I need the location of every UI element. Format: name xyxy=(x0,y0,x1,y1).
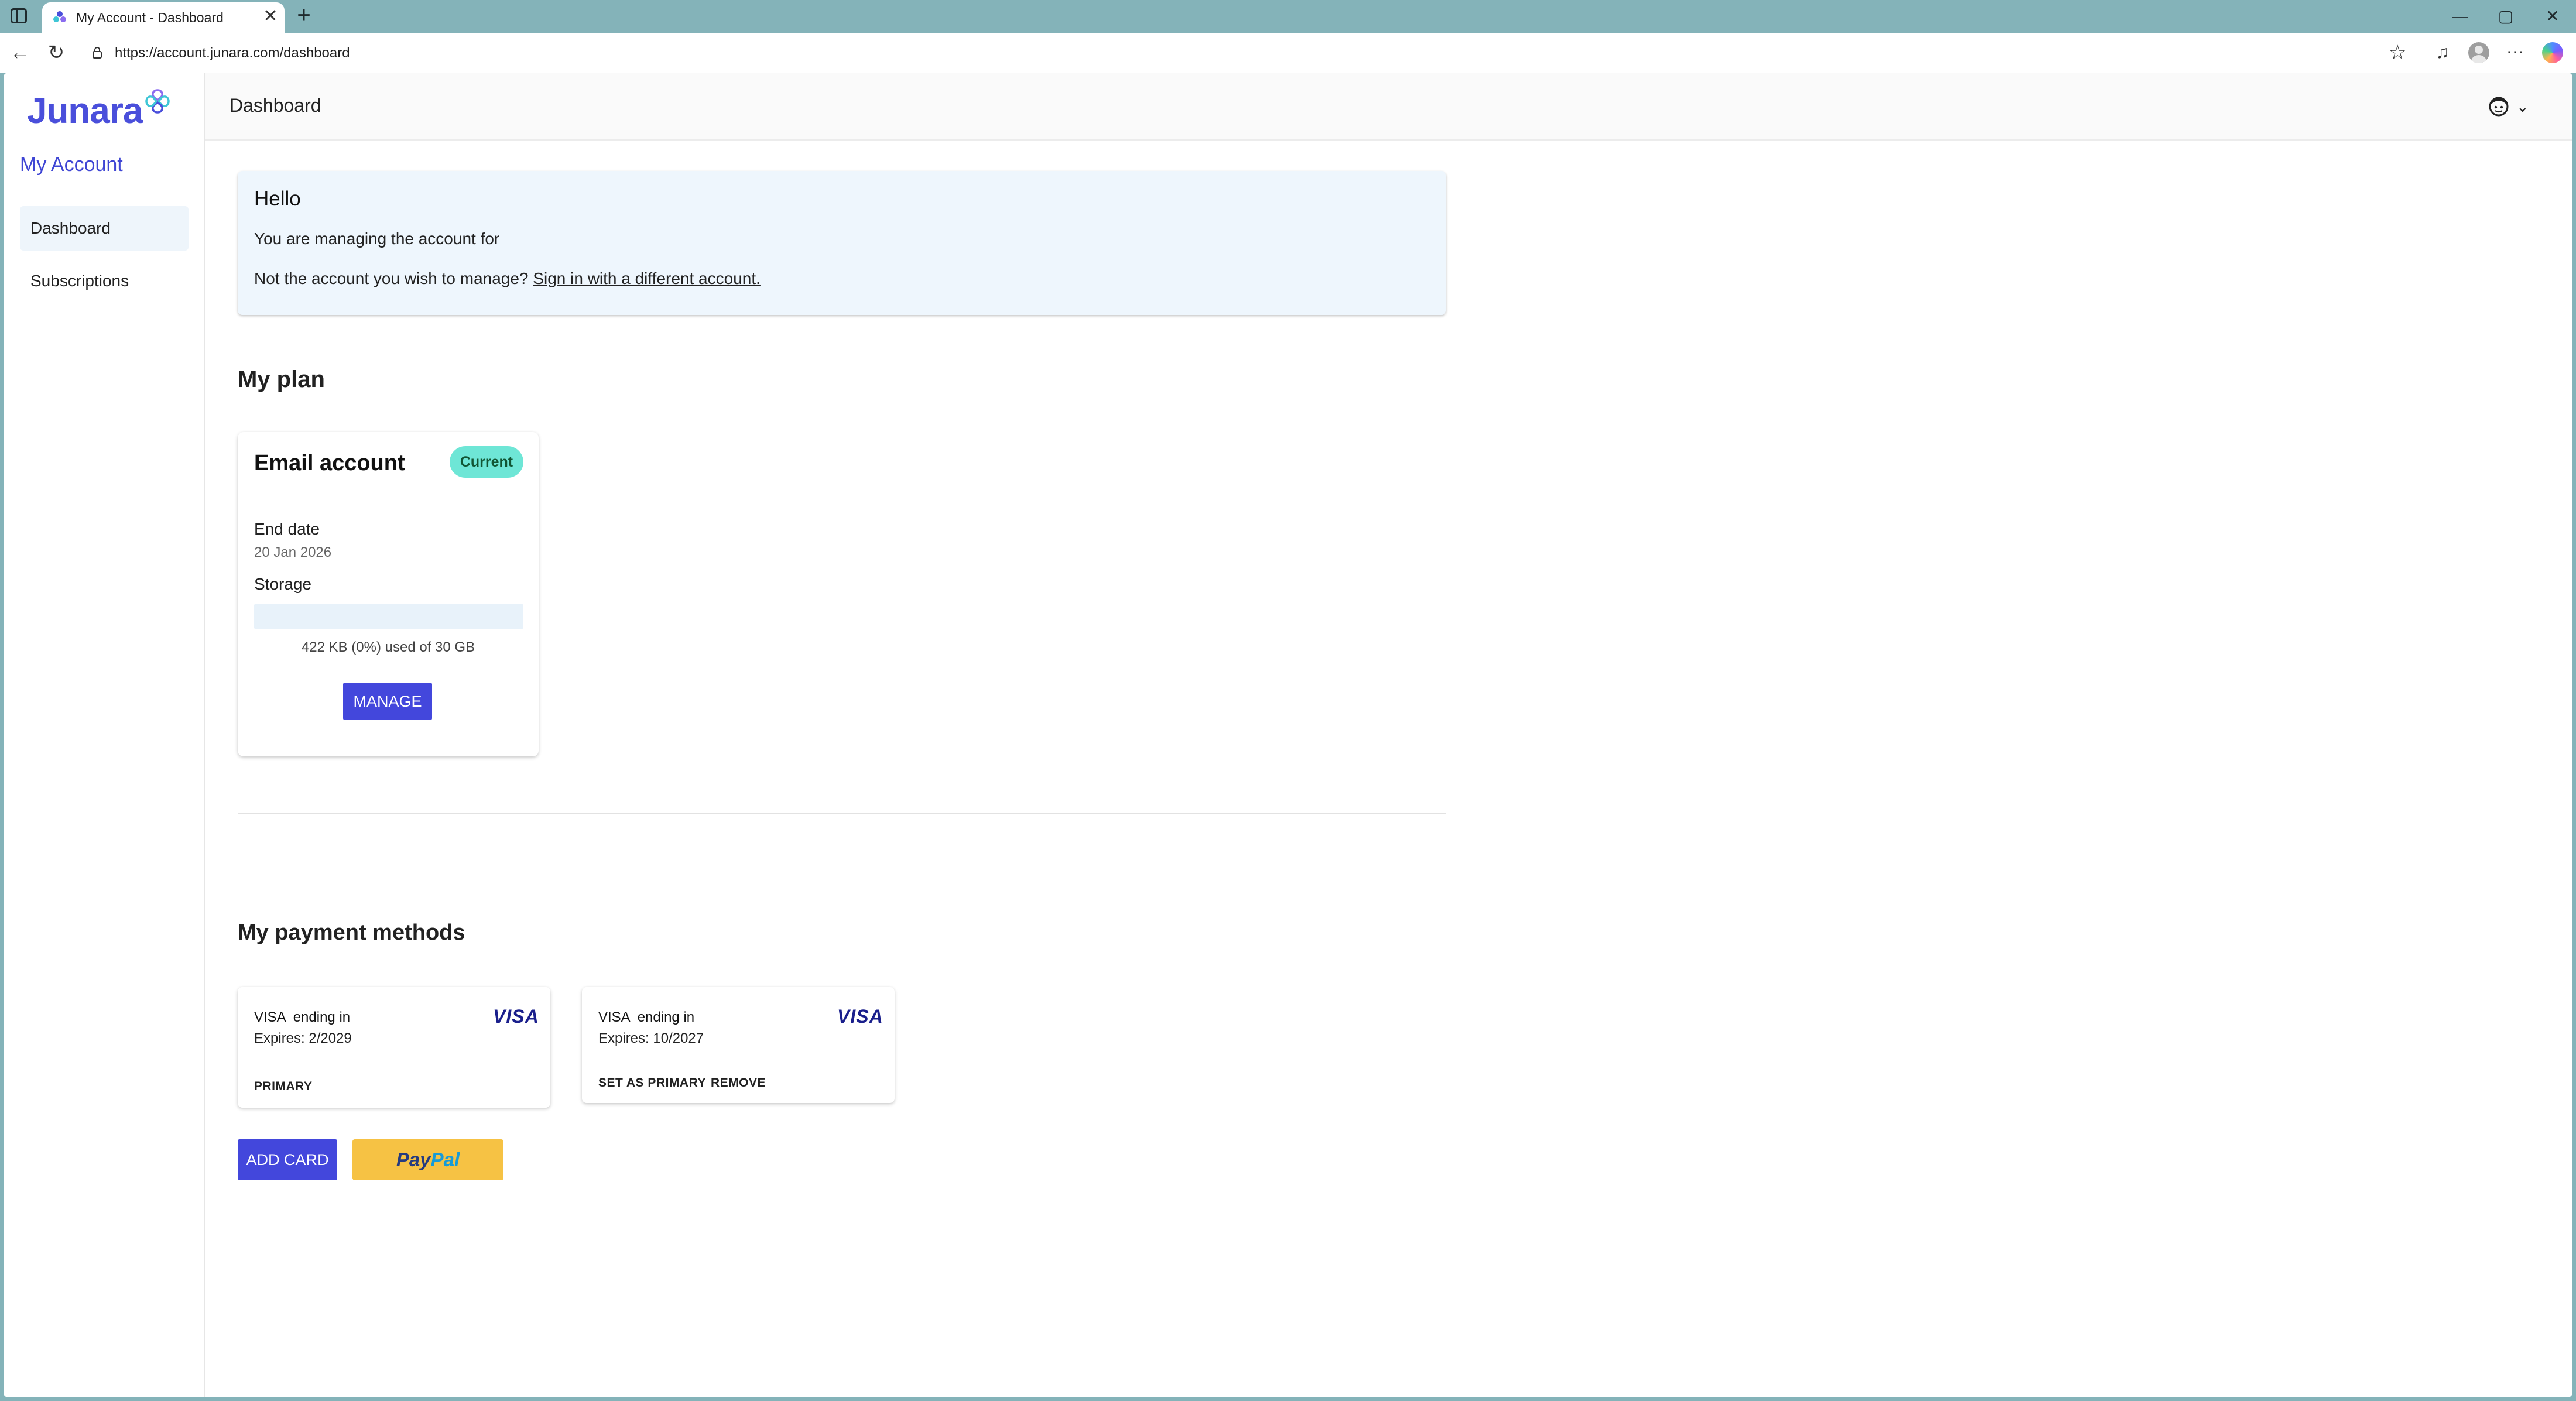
paypal-button[interactable]: PayPal xyxy=(352,1139,503,1180)
url-text[interactable]: https://account.junara.com/dashboard xyxy=(115,45,350,61)
extension-icon[interactable]: ♫ xyxy=(2431,41,2454,64)
page-viewport: Junara My Account Dashboard Subscription… xyxy=(4,73,2572,1397)
logo-mark-icon xyxy=(145,89,170,114)
remove-card-button[interactable]: REMOVE xyxy=(711,1076,766,1090)
browser-tab[interactable]: My Account - Dashboard ✕ xyxy=(42,2,285,33)
sidebar-heading: My Account xyxy=(20,153,123,176)
user-avatar-icon xyxy=(2489,97,2509,117)
storage-progress-bar xyxy=(254,604,523,629)
set-as-primary-button[interactable]: SET AS PRIMARY xyxy=(598,1076,706,1090)
payment-card: VISA ending in Expires: 2/2029 VISA PRIM… xyxy=(238,987,550,1108)
payment-methods-heading: My payment methods xyxy=(238,920,465,945)
card-brand-text: VISA ending in xyxy=(598,1009,695,1025)
switch-account-line: Not the account you wish to manage? Sign… xyxy=(254,269,761,288)
tab-title: My Account - Dashboard xyxy=(76,10,224,25)
page-title: Dashboard xyxy=(229,95,321,116)
profile-icon[interactable] xyxy=(2468,42,2489,63)
section-divider xyxy=(238,813,1446,814)
more-icon[interactable]: ⋯ xyxy=(2503,41,2527,64)
status-badge: Current xyxy=(450,446,523,478)
browser-tab-bar: My Account - Dashboard ✕ + — ▢ ✕ xyxy=(0,0,2576,33)
close-window-button[interactable]: ✕ xyxy=(2535,2,2570,30)
plan-name: Email account xyxy=(254,451,405,475)
copilot-icon[interactable] xyxy=(2542,42,2563,63)
tab-close-icon[interactable]: ✕ xyxy=(260,6,281,27)
visa-logo-icon: VISA xyxy=(837,1006,883,1027)
lock-icon xyxy=(93,47,102,59)
my-plan-heading: My plan xyxy=(238,366,325,392)
star-icon[interactable]: ☆ xyxy=(2389,42,2406,63)
add-card-button[interactable]: ADD CARD xyxy=(238,1139,337,1180)
browser-toolbar: ← ↻ https://account.junara.com/dashboard… xyxy=(0,33,2576,73)
switch-account-link[interactable]: Sign in with a different account. xyxy=(533,269,761,287)
minimize-button[interactable]: — xyxy=(2443,2,2478,30)
not-account-text: Not the account you wish to manage? xyxy=(254,269,529,287)
visa-logo-icon: VISA xyxy=(493,1006,539,1027)
card-expiry-text: Expires: 2/2029 xyxy=(254,1030,352,1046)
back-icon[interactable]: ← xyxy=(7,40,33,66)
restore-button[interactable]: ▢ xyxy=(2488,2,2523,30)
storage-usage-text: 422 KB (0%) used of 30 GB xyxy=(301,639,475,655)
sidebar-toggle-icon[interactable] xyxy=(11,8,27,23)
sidebar: Junara My Account Dashboard Subscription… xyxy=(4,73,205,1397)
sidebar-item-dashboard[interactable]: Dashboard xyxy=(20,206,189,251)
main-content: Hello You are managing the account for N… xyxy=(205,141,2572,1397)
paypal-logo-part1: Pay xyxy=(396,1149,431,1170)
sidebar-item-subscriptions[interactable]: Subscriptions xyxy=(20,259,189,303)
address-bar[interactable]: https://account.junara.com/dashboard ☆ xyxy=(81,39,2411,67)
end-date-value: 20 Jan 2026 xyxy=(254,544,332,560)
manage-button[interactable]: MANAGE xyxy=(343,683,432,720)
storage-label: Storage xyxy=(254,575,312,593)
card-expiry-text: Expires: 10/2027 xyxy=(598,1030,704,1046)
plan-card: Email account Current End date 20 Jan 20… xyxy=(238,432,539,756)
new-tab-button[interactable]: + xyxy=(292,4,316,28)
page-header: Dashboard ⌄ xyxy=(205,73,2572,141)
managing-account-text: You are managing the account for xyxy=(254,229,500,248)
payment-card: VISA ending in Expires: 10/2027 VISA SET… xyxy=(582,987,895,1103)
hello-card: Hello You are managing the account for N… xyxy=(238,171,1446,315)
reload-icon[interactable]: ↻ xyxy=(43,40,69,66)
hello-title: Hello xyxy=(254,187,301,210)
junara-logo[interactable]: Junara xyxy=(27,88,179,131)
logo-text: Junara xyxy=(27,91,143,131)
card-brand-text: VISA ending in xyxy=(254,1009,351,1025)
favicon-icon xyxy=(53,11,66,22)
primary-label: PRIMARY xyxy=(254,1080,313,1093)
chevron-down-icon: ⌄ xyxy=(2516,98,2529,115)
paypal-logo-part2: Pal xyxy=(430,1149,460,1170)
user-menu-button[interactable]: ⌄ xyxy=(2488,93,2541,121)
end-date-label: End date xyxy=(254,520,320,538)
